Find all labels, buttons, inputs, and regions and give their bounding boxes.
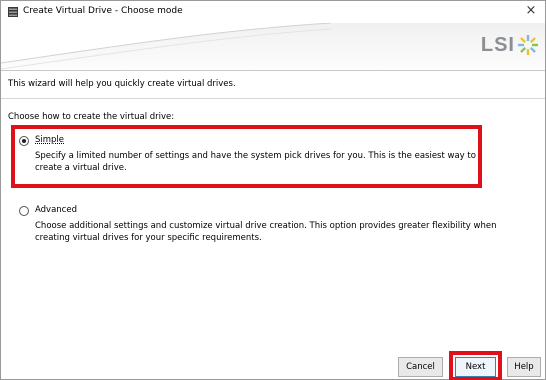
simple-option-label[interactable]: Simple <box>35 135 64 145</box>
advanced-option-label[interactable]: Advanced <box>35 205 77 215</box>
simple-option-description: Specify a limited number of settings and… <box>35 151 476 173</box>
title-bar: Create Virtual Drive - Choose mode × <box>1 1 545 23</box>
next-button[interactable]: Next <box>455 357 496 377</box>
mode-prompt-label: Choose how to create the virtual drive: <box>8 112 175 122</box>
cancel-button[interactable]: Cancel <box>398 357 443 377</box>
simple-radio[interactable] <box>19 136 29 146</box>
wizard-intro-text: This wizard will help you quickly create… <box>8 79 236 89</box>
header-banner: LSI <box>1 23 545 71</box>
help-button[interactable]: Help <box>507 357 541 377</box>
advanced-option-description: Choose additional settings and customize… <box>35 221 497 243</box>
banner-swoosh <box>1 23 331 70</box>
brand-logo-text: LSI <box>480 34 515 56</box>
lsi-star-logo-icon <box>518 35 538 55</box>
server-drive-icon <box>8 7 18 17</box>
close-icon[interactable]: × <box>523 3 539 19</box>
advanced-radio[interactable] <box>19 206 29 216</box>
banner-divider <box>1 70 545 71</box>
window-title: Create Virtual Drive - Choose mode <box>23 6 183 16</box>
wizard-window: Create Virtual Drive - Choose mode × LSI… <box>0 0 546 380</box>
section-divider <box>1 98 545 99</box>
